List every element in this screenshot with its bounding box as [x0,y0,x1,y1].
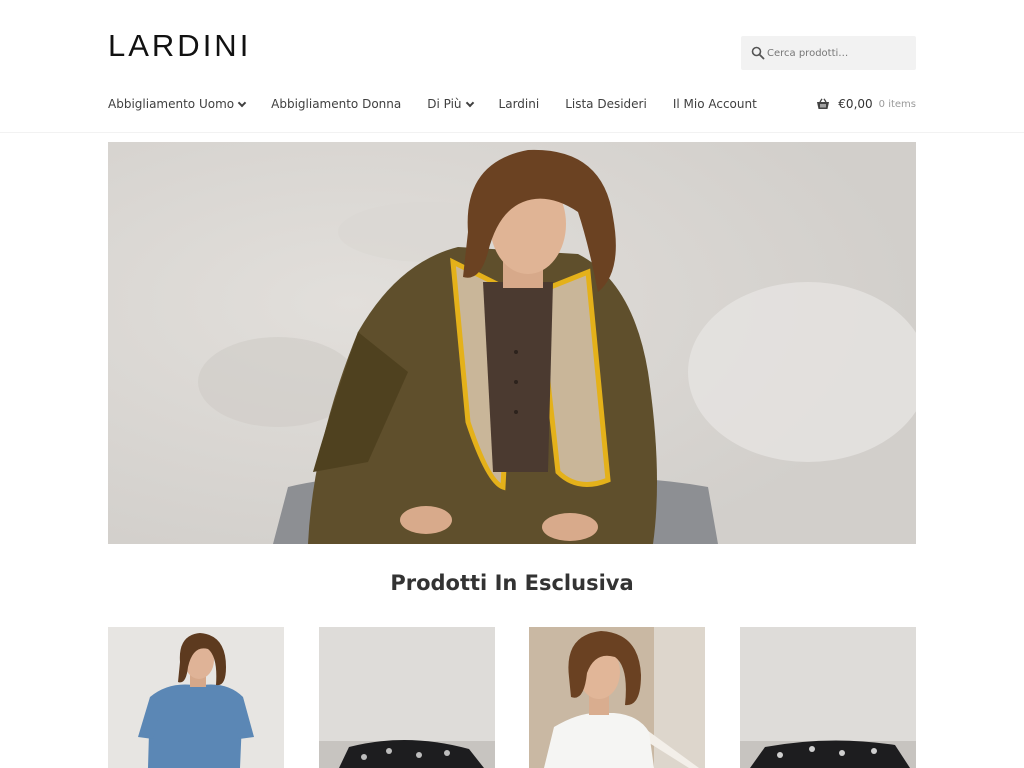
nav-item-label: Di Più [427,97,462,111]
product-image-tshirt-blue [108,627,284,768]
nav-item-abbigliamento-donna[interactable]: Abbigliamento Donna [271,94,401,114]
nav-item-label: Lista Desideri [565,97,647,111]
hero-banner-image[interactable] [108,142,916,544]
nav-item-abbigliamento-uomo[interactable]: Abbigliamento Uomo [108,94,247,114]
site-header: LARDINI Abbigliamento Uomo Abbigliamento… [0,0,1024,133]
search-input[interactable] [767,36,912,70]
cart-link[interactable]: €0,00 0 items [816,94,916,114]
chevron-down-icon [237,98,247,107]
section-title: Prodotti In Esclusiva [390,571,634,595]
search-icon [751,46,765,60]
nav-item-label: Lardini [498,97,540,111]
product-card[interactable] [108,627,284,768]
product-image-tshirt-white [529,627,706,768]
nav-item-label: Abbigliamento Donna [271,97,402,111]
chevron-down-icon [465,98,474,107]
product-image-bag-black [318,627,495,768]
basket-icon [817,98,830,109]
nav-item-label: Il Mio Account [672,97,757,111]
cart-count: 0 items [878,98,916,110]
hero-photo-model [108,142,916,544]
product-card[interactable] [529,627,706,768]
site-logo[interactable]: LARDINI [108,28,251,64]
nav-item-label: Abbigliamento Uomo [108,97,235,111]
product-grid [108,627,916,768]
product-image-bag-black [739,627,916,768]
nav-item-il-mio-account[interactable]: Il Mio Account [673,94,757,114]
nav-item-lardini[interactable]: Lardini [499,94,540,114]
nav-item-di-piu[interactable]: Di Più [427,94,474,114]
cart-amount: €0,00 [838,97,873,111]
main-navigation: Abbigliamento Uomo Abbigliamento Donna D… [108,94,783,114]
nav-item-lista-desideri[interactable]: Lista Desideri [565,94,647,114]
product-card[interactable] [318,627,495,768]
product-card[interactable] [739,627,916,768]
search-box [741,36,916,70]
